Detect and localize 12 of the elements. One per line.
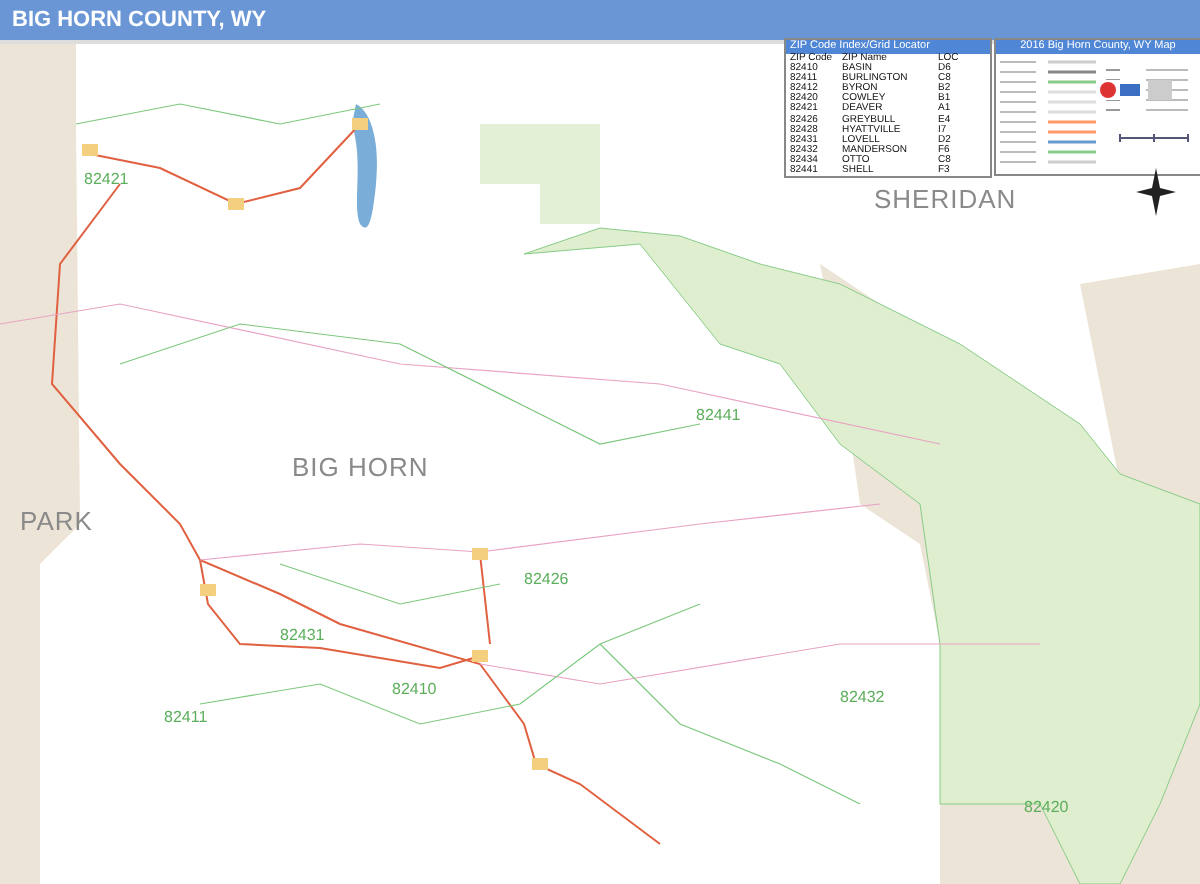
zip-code-label: 82441 [696,406,741,424]
zip-code-label: 82431 [280,626,325,644]
county-label: PARK [20,506,93,536]
zip-code-label: 82432 [840,688,885,706]
county-label: SHERIDAN [874,184,1017,214]
zip-code-label: 82410 [392,680,437,698]
county-label: BIG HORN [292,452,429,482]
map-title: BIG HORN COUNTY, WY [12,8,267,32]
zip-code-label: 82411 [164,708,208,726]
zip-code-label: 82420 [1024,798,1069,816]
zip-code-label: 82426 [524,570,569,588]
zip-code-label: 82421 [84,170,129,188]
